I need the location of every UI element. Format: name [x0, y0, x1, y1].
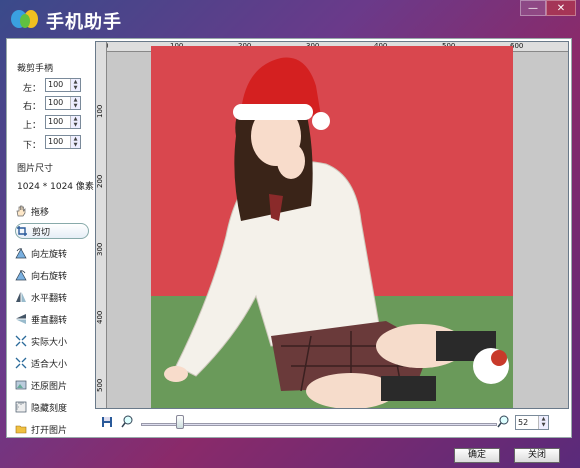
image-size-heading: 图片尺寸 [17, 164, 54, 174]
image-canvas[interactable]: 0 100 200 300 400 500 600 100 200 300 40… [95, 41, 569, 409]
rotate-right-icon [15, 270, 27, 281]
title-bar: 手机助手 — ✕ [0, 0, 580, 38]
zoom-out-icon[interactable] [121, 415, 134, 428]
left-ruler-tick: 200 [96, 174, 104, 188]
crop-left-label: 左： [23, 84, 42, 94]
left-ruler-tick: 300 [96, 242, 104, 256]
tool-actual-size-label: 实际大小 [31, 337, 68, 348]
spinner-arrows-icon[interactable]: ▲ ▼ [70, 79, 80, 91]
crop-handles-heading: 裁剪手柄 [17, 64, 54, 74]
tool-open-image-label: 打开图片 [31, 425, 68, 436]
fit-size-icon [15, 357, 27, 369]
tool-flip-horizontal[interactable]: 水平翻转 [15, 289, 89, 305]
crop-bottom-input[interactable]: 100 ▲ ▼ [45, 135, 81, 149]
crop-top-input[interactable]: 100 ▲ ▼ [45, 115, 81, 129]
tool-rotate-right-label: 向右旋转 [31, 271, 68, 282]
image-size-value: 1024 * 1024 像素 [17, 182, 94, 192]
tool-restore[interactable]: 还原图片 [15, 377, 89, 393]
left-panel: 裁剪手柄 左： 100 ▲ ▼ 右： 100 ▲ ▼ 上： 100 ▲ ▼ 下： 10… [7, 39, 94, 437]
tool-open-image[interactable]: 打开图片 [15, 421, 89, 437]
tool-crop-label: 剪切 [32, 227, 51, 238]
tool-pan[interactable]: 拖移 [15, 203, 89, 219]
editor-content: 裁剪手柄 左： 100 ▲ ▼ 右： 100 ▲ ▼ 上： 100 ▲ ▼ 下： 10… [6, 38, 572, 438]
hide-ruler-icon [15, 401, 27, 413]
zoom-bar: 52 ▲ ▼ [95, 411, 569, 437]
spinner-arrows-icon[interactable]: ▲ ▼ [538, 416, 548, 429]
tool-pan-label: 拖移 [31, 207, 50, 218]
close-button[interactable]: 关闭 [514, 448, 560, 463]
crop-right-input[interactable]: 100 ▲ ▼ [45, 96, 81, 110]
zoom-value: 52 [518, 418, 529, 427]
crop-bottom-value: 100 [48, 137, 64, 146]
minimize-button[interactable]: — [520, 0, 546, 16]
tool-actual-size[interactable]: 实际大小 [15, 333, 89, 349]
crop-right-value: 100 [48, 98, 64, 107]
rotate-left-icon [15, 248, 27, 259]
spinner-arrows-icon[interactable]: ▲ ▼ [70, 116, 80, 128]
left-ruler-tick: 500 [96, 378, 104, 392]
crop-right-label: 右： [23, 102, 42, 112]
spinner-arrows-icon[interactable]: ▲ ▼ [70, 136, 80, 148]
hand-icon [16, 205, 26, 217]
tool-flip-vertical[interactable]: 垂直翻转 [15, 311, 89, 327]
crop-top-value: 100 [48, 117, 64, 126]
flip-vertical-icon [16, 314, 26, 324]
tool-fit-size[interactable]: 适合大小 [15, 355, 89, 371]
spinner-arrows-icon[interactable]: ▲ ▼ [70, 97, 80, 109]
left-ruler-tick: 400 [96, 310, 104, 324]
tool-hide-ruler-label: 隐藏刻度 [31, 403, 68, 414]
tool-crop[interactable]: 剪切 [15, 223, 89, 239]
tool-restore-label: 还原图片 [31, 381, 68, 392]
tool-hide-ruler[interactable]: 隐藏刻度 [15, 399, 89, 415]
tool-rotate-right[interactable]: 向右旋转 [15, 267, 89, 283]
save-icon[interactable] [101, 416, 113, 428]
left-ruler-tick: 100 [96, 104, 104, 118]
folder-open-icon [15, 425, 27, 434]
flip-horizontal-icon [16, 292, 26, 302]
app-title: 手机助手 [46, 12, 122, 33]
zoom-value-input[interactable]: 52 ▲ ▼ [515, 415, 549, 430]
left-ruler: 100 200 300 400 500 [96, 42, 107, 408]
tool-fit-size-label: 适合大小 [31, 359, 68, 370]
ok-button[interactable]: 确定 [454, 448, 500, 463]
crop-icon [17, 226, 27, 236]
restore-icon [15, 380, 27, 390]
close-window-button[interactable]: ✕ [546, 0, 576, 16]
app-window: 手机助手 — ✕ 裁剪手柄 左： 100 ▲ ▼ 右： 100 ▲ ▼ 上： 100… [0, 0, 580, 468]
zoom-slider-track[interactable] [141, 423, 497, 426]
crop-left-input[interactable]: 100 ▲ ▼ [45, 78, 81, 92]
tool-rotate-left-label: 向左旋转 [31, 249, 68, 260]
crop-bottom-label: 下： [23, 141, 42, 151]
app-logo-icon [11, 10, 38, 28]
zoom-in-icon[interactable] [497, 415, 510, 428]
crop-top-label: 上： [23, 121, 42, 131]
zoom-slider-thumb[interactable] [175, 415, 184, 429]
actual-size-icon [15, 335, 27, 347]
photo-preview [151, 46, 513, 408]
dialog-footer: 确定 关闭 [0, 438, 580, 468]
tool-rotate-left[interactable]: 向左旋转 [15, 245, 89, 261]
tool-flip-horizontal-label: 水平翻转 [31, 293, 68, 304]
crop-left-value: 100 [48, 80, 64, 89]
tool-flip-vertical-label: 垂直翻转 [31, 315, 68, 326]
